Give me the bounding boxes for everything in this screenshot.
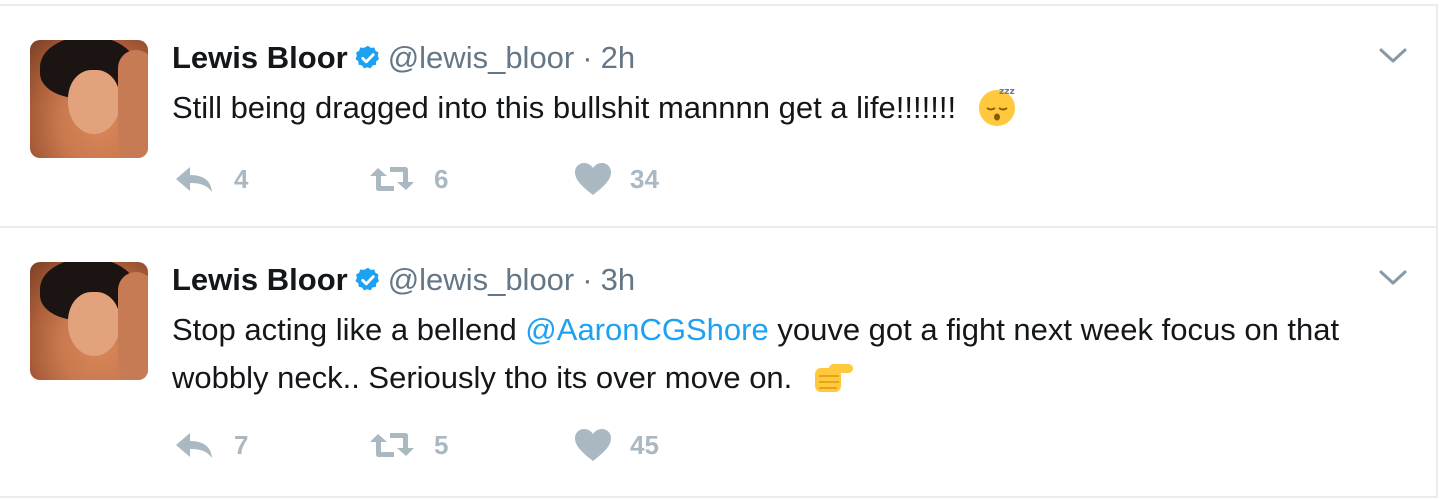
reply-icon xyxy=(176,167,212,192)
author-handle[interactable]: @lewis_bloor xyxy=(388,262,575,298)
separator-dot: · xyxy=(582,262,593,297)
tweet-content: Lewis Bloor @lewis_bloor · 2h Still bein… xyxy=(172,34,1396,132)
retweet-icon xyxy=(370,433,414,457)
chevron-down-icon[interactable] xyxy=(1378,46,1408,66)
tweet[interactable]: Lewis Bloor @lewis_bloor · 3h Stop actin… xyxy=(0,226,1438,498)
tweet-header: Lewis Bloor @lewis_bloor · 3h xyxy=(172,256,1396,304)
heart-icon xyxy=(575,163,611,195)
like-count: 34 xyxy=(630,163,659,194)
author-handle[interactable]: @lewis_bloor xyxy=(388,40,575,76)
author-name[interactable]: Lewis Bloor xyxy=(172,40,348,76)
separator-dot: · xyxy=(582,40,593,75)
tweet-text: Still being dragged into this bullshit m… xyxy=(172,84,1412,132)
avatar[interactable] xyxy=(30,40,148,158)
reply-count: 4 xyxy=(234,163,249,194)
mention-link[interactable]: @AaronCGShore xyxy=(525,312,768,347)
timestamp[interactable]: 2h xyxy=(601,40,635,76)
retweet-count: 6 xyxy=(434,163,449,194)
svg-text:zzz: zzz xyxy=(999,87,1015,97)
tweet-actions: 7 5 45 xyxy=(172,428,734,462)
like-count: 45 xyxy=(630,429,659,460)
verified-badge-icon xyxy=(355,45,379,69)
tweet-header: Lewis Bloor @lewis_bloor · 2h xyxy=(172,34,1396,82)
verified-badge-icon xyxy=(355,267,379,291)
author-name[interactable]: Lewis Bloor xyxy=(172,262,348,298)
retweet-button[interactable]: 6 xyxy=(368,164,574,195)
retweet-button[interactable]: 5 xyxy=(368,430,574,461)
tweet-content: Lewis Bloor @lewis_bloor · 3h Stop actin… xyxy=(172,256,1396,402)
thumbs-right-icon xyxy=(814,364,853,392)
reply-button[interactable]: 7 xyxy=(172,430,368,461)
avatar[interactable] xyxy=(30,262,148,380)
tweet-feed: Lewis Bloor @lewis_bloor · 2h Still bein… xyxy=(0,0,1440,499)
retweet-count: 5 xyxy=(434,429,449,460)
retweet-icon xyxy=(370,167,414,191)
reply-count: 7 xyxy=(234,429,249,460)
like-button[interactable]: 34 xyxy=(574,162,734,196)
tweet-text: Stop acting like a bellend @AaronCGShore… xyxy=(172,306,1412,402)
heart-icon xyxy=(575,429,611,461)
chevron-down-icon[interactable] xyxy=(1378,268,1408,288)
timestamp[interactable]: 3h xyxy=(601,262,635,298)
tweet-actions: 4 6 34 xyxy=(172,162,734,196)
reply-icon xyxy=(176,433,212,458)
tweet[interactable]: Lewis Bloor @lewis_bloor · 2h Still bein… xyxy=(0,4,1438,228)
tweet-text-body: Still being dragged into this bullshit m… xyxy=(172,90,957,125)
tweet-text-body: Stop acting like a bellend xyxy=(172,312,526,347)
like-button[interactable]: 45 xyxy=(574,428,734,462)
reply-button[interactable]: 4 xyxy=(172,164,368,195)
sleeping-face-icon: zzz xyxy=(978,87,1015,126)
